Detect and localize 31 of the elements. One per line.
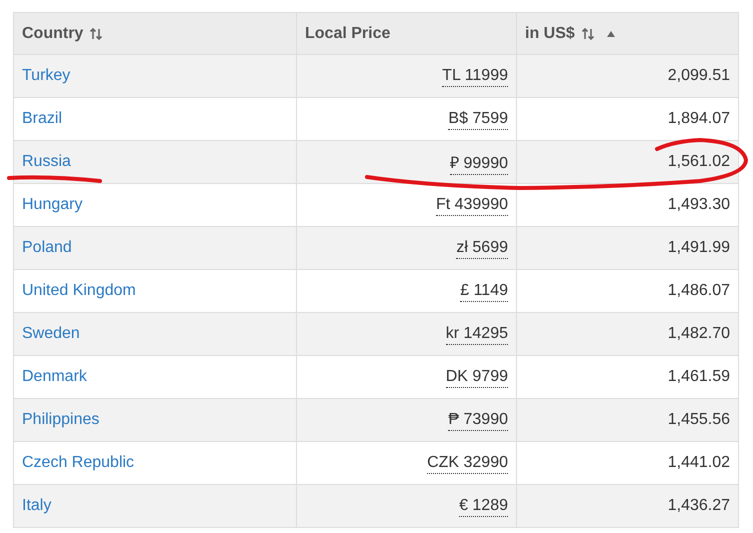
- country-link[interactable]: Brazil: [22, 110, 62, 127]
- local-price: £ 1149: [460, 282, 508, 302]
- local-price: zł 5699: [456, 239, 508, 259]
- country-link[interactable]: Russia: [22, 153, 71, 170]
- country-link[interactable]: Turkey: [22, 67, 70, 84]
- country-link[interactable]: Czech Republic: [22, 454, 134, 471]
- column-label: Local Price: [305, 24, 390, 42]
- sort-icon[interactable]: [89, 26, 104, 40]
- column-header[interactable]: in US$: [516, 12, 738, 54]
- local-price: TL 11999: [442, 67, 508, 87]
- local-price: ₱ 73990: [448, 411, 508, 431]
- country-link[interactable]: Sweden: [22, 325, 80, 342]
- country-link[interactable]: Denmark: [22, 368, 87, 385]
- country-link[interactable]: Philippines: [22, 411, 100, 428]
- country-link[interactable]: Poland: [22, 239, 72, 256]
- sort-icon[interactable]: [580, 26, 595, 40]
- local-price: kr 14295: [446, 325, 508, 345]
- local-price: Ft 439990: [436, 196, 508, 216]
- country-link[interactable]: Hungary: [22, 196, 82, 213]
- usd-price-cell: 1,436.27: [516, 484, 738, 528]
- country-link[interactable]: United Kingdom: [22, 282, 136, 299]
- column-label: in US$: [525, 24, 575, 42]
- column-label: Country: [22, 24, 84, 42]
- local-price: DK 9799: [446, 368, 508, 388]
- column-header[interactable]: Country: [14, 12, 296, 54]
- local-price: B$ 7599: [448, 110, 508, 130]
- sort-ascending-icon: [606, 30, 615, 36]
- country-link[interactable]: Italy: [22, 497, 52, 514]
- local-price: € 1289: [459, 497, 508, 517]
- local-price: ₽ 99990: [450, 155, 508, 175]
- local-price: CZK 32990: [427, 454, 508, 474]
